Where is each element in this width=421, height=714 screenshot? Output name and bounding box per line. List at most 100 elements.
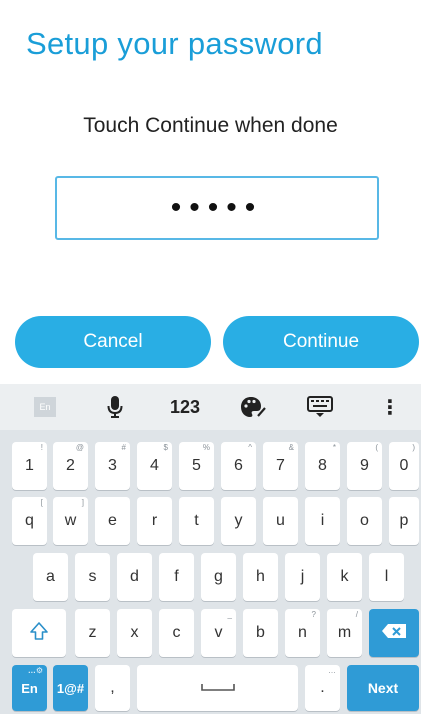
- key-label: 7: [276, 457, 285, 474]
- key-t[interactable]: t: [179, 497, 214, 545]
- key-w[interactable]: ] w: [53, 497, 88, 545]
- key-label: a: [46, 568, 55, 585]
- key-period[interactable]: … .: [305, 665, 340, 711]
- numbers-button[interactable]: 123: [160, 384, 210, 430]
- palette-icon[interactable]: [235, 384, 271, 430]
- key-label: 2: [66, 457, 75, 474]
- key-label: t: [194, 512, 199, 529]
- key-label: n: [298, 624, 307, 641]
- key-z[interactable]: z: [75, 609, 110, 657]
- key-q[interactable]: [q: [12, 497, 47, 545]
- key-label: i: [320, 512, 325, 529]
- key-label: r: [151, 512, 158, 529]
- symbols-key[interactable]: 1@#: [53, 665, 88, 711]
- key-h[interactable]: h: [243, 553, 278, 601]
- shift-key[interactable]: [12, 609, 66, 657]
- keyboard-toolbar: En 123 ⋮: [0, 384, 421, 430]
- key-hint: ?: [311, 610, 316, 619]
- key-label: En: [21, 680, 38, 696]
- key-label: 6: [234, 457, 243, 474]
- continue-button[interactable]: Continue: [223, 316, 419, 368]
- key-hint: %: [202, 443, 210, 452]
- password-dialog: Setup your password Touch Continue when …: [0, 0, 421, 384]
- key-6[interactable]: ^ 6: [221, 442, 256, 490]
- key-l[interactable]: l: [369, 553, 404, 601]
- key-u[interactable]: u: [263, 497, 298, 545]
- key-0[interactable]: ) 0: [389, 442, 419, 490]
- more-options-icon[interactable]: ⋮: [378, 384, 402, 430]
- language-key[interactable]: …⚙ En: [12, 665, 47, 711]
- key-f[interactable]: f: [159, 553, 194, 601]
- key-label: p: [399, 512, 409, 529]
- language-switch-button[interactable]: En: [30, 384, 60, 430]
- key-hint: *: [332, 443, 336, 452]
- key-1[interactable]: ! 1: [12, 442, 47, 490]
- key-label: 1: [25, 457, 34, 474]
- key-8[interactable]: * 8: [305, 442, 340, 490]
- key-n[interactable]: ? n: [285, 609, 320, 657]
- key-i[interactable]: i: [305, 497, 340, 545]
- key-p[interactable]: p: [389, 497, 419, 545]
- key-o[interactable]: o: [347, 497, 382, 545]
- keyboard-hide-icon[interactable]: [302, 384, 338, 430]
- key-label: o: [360, 512, 369, 529]
- backspace-key[interactable]: [369, 609, 419, 657]
- key-hint: ]: [81, 498, 84, 507]
- key-label: j: [300, 568, 305, 585]
- key-9[interactable]: (9: [347, 442, 382, 490]
- next-key[interactable]: Next: [347, 665, 419, 711]
- key-hint: #: [121, 443, 126, 452]
- key-label: b: [256, 624, 265, 641]
- key-v[interactable]: _ v: [201, 609, 236, 657]
- key-x[interactable]: x: [117, 609, 152, 657]
- shift-icon: [29, 621, 49, 646]
- cancel-button[interactable]: Cancel: [15, 316, 211, 368]
- screen: Setup your password Touch Continue when …: [0, 0, 421, 714]
- key-j[interactable]: j: [285, 553, 320, 601]
- key-7[interactable]: & 7: [263, 442, 298, 490]
- key-label: l: [384, 568, 389, 585]
- key-e[interactable]: e: [95, 497, 130, 545]
- key-g[interactable]: g: [201, 553, 236, 601]
- key-hint: @: [75, 443, 84, 452]
- language-key-hint: …⚙: [27, 666, 43, 675]
- space-icon: [200, 679, 235, 697]
- language-label: En: [34, 397, 56, 417]
- microphone-icon[interactable]: [100, 384, 130, 430]
- key-y[interactable]: y: [221, 497, 256, 545]
- key-4[interactable]: $4: [137, 442, 172, 490]
- key-c[interactable]: c: [159, 609, 194, 657]
- key-r[interactable]: r: [137, 497, 172, 545]
- key-5[interactable]: % 5: [179, 442, 214, 490]
- key-label: v: [214, 624, 223, 641]
- key-2[interactable]: @2: [53, 442, 88, 490]
- key-a[interactable]: a: [33, 553, 68, 601]
- space-key[interactable]: [137, 665, 298, 711]
- key-b[interactable]: b: [243, 609, 278, 657]
- key-label: g: [214, 568, 223, 585]
- key-label: h: [256, 568, 265, 585]
- key-hint: _: [227, 610, 232, 619]
- key-d[interactable]: d: [117, 553, 152, 601]
- key-k[interactable]: k: [327, 553, 362, 601]
- key-label: 0: [399, 457, 409, 474]
- key-label: c: [172, 624, 181, 641]
- period-key-hint: …: [328, 666, 336, 675]
- backspace-icon: [381, 623, 407, 644]
- key-m[interactable]: / m: [327, 609, 362, 657]
- key-label: m: [337, 624, 352, 641]
- key-hint: [: [40, 498, 43, 507]
- key-s[interactable]: s: [75, 553, 110, 601]
- key-label: 9: [360, 457, 369, 474]
- key-label: 4: [150, 457, 159, 474]
- key-3[interactable]: #3: [95, 442, 130, 490]
- key-hint: /: [355, 610, 358, 619]
- key-label: f: [174, 568, 179, 585]
- key-label: q: [25, 512, 34, 529]
- key-label: d: [130, 568, 139, 585]
- key-hint: !: [40, 443, 43, 452]
- key-comma[interactable]: ,: [95, 665, 130, 711]
- soft-keyboard: En 123 ⋮ ! 1 @ 2 # 3 $ 4 % 5 ^ 6 & 7 * 8…: [0, 384, 421, 714]
- password-input[interactable]: •••••: [55, 176, 379, 240]
- key-label: 3: [108, 457, 117, 474]
